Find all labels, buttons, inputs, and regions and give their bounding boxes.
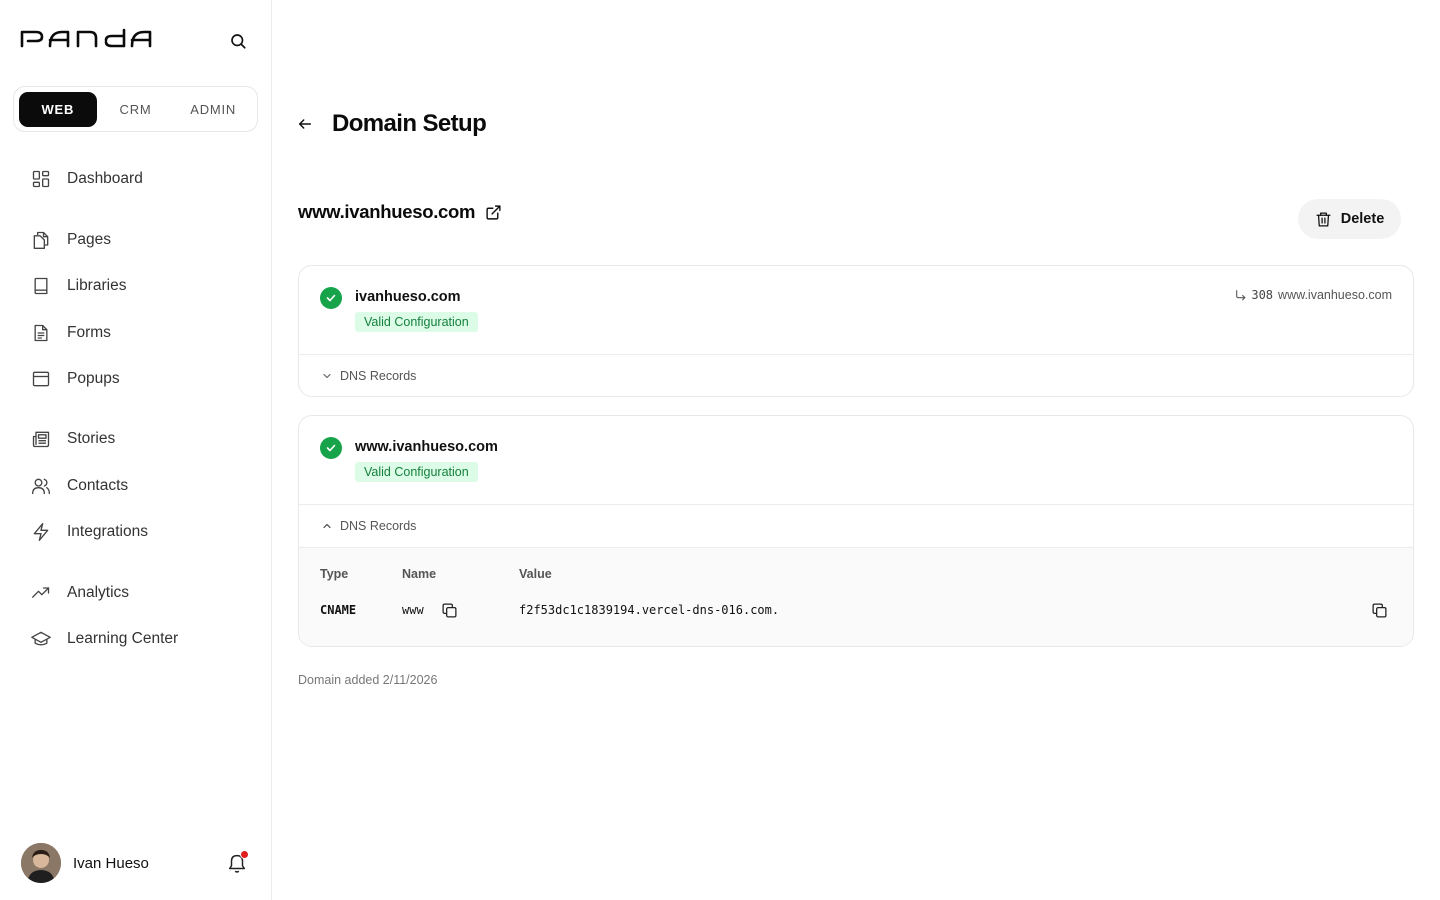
sidebar-item-label: Learning Center [67, 630, 179, 647]
redirect-info: 308 www.ivanhueso.com [1234, 288, 1392, 302]
user-profile[interactable]: Ivan Hueso [21, 843, 149, 883]
domain-heading: www.ivanhueso.com [298, 201, 503, 223]
window-icon [30, 368, 52, 390]
record-name[interactable]: www [402, 603, 424, 617]
pages-icon [30, 229, 52, 251]
segment-web[interactable]: WEB [19, 91, 97, 127]
record-type: CNAME [320, 603, 357, 617]
card-domain-name: ivanhueso.com [355, 289, 461, 305]
sidebar: WEB CRM ADMIN Dashboard Pages Libraries … [0, 0, 272, 900]
sidebar-item-dashboard[interactable]: Dashboard [30, 164, 250, 194]
trending-up-icon [30, 582, 52, 604]
domain-card-header: www.ivanhueso.com Valid Configuration [299, 416, 1413, 505]
segment-admin[interactable]: ADMIN [174, 92, 252, 127]
sidebar-item-label: Integrations [67, 523, 148, 540]
sidebar-item-stories[interactable]: Stories [30, 424, 250, 454]
dns-records-toggle[interactable]: DNS Records [299, 505, 1413, 547]
graduation-cap-icon [30, 628, 52, 650]
redirect-code: 308 [1251, 288, 1274, 302]
sidebar-item-label: Pages [67, 231, 111, 248]
redirect-arrow-icon [1234, 289, 1247, 302]
domain-card: ivanhueso.com Valid Configuration 308 ww… [298, 265, 1414, 397]
panda-logo[interactable] [20, 28, 152, 48]
avatar[interactable] [21, 843, 61, 883]
column-header-value: Value [519, 567, 552, 581]
copy-icon[interactable] [439, 600, 459, 620]
sidebar-item-analytics[interactable]: Analytics [30, 578, 250, 608]
sidebar-item-label: Stories [67, 430, 116, 447]
sidebar-item-label: Libraries [67, 277, 127, 294]
domain-card: www.ivanhueso.com Valid Configuration DN… [298, 415, 1414, 647]
segment-crm[interactable]: CRM [97, 92, 175, 127]
notification-dot [240, 850, 249, 859]
sidebar-item-label: Analytics [67, 584, 130, 601]
trash-icon [1315, 211, 1332, 228]
back-arrow-icon[interactable] [294, 114, 316, 134]
check-circle-icon [320, 437, 342, 459]
document-icon [30, 322, 52, 344]
status-badge: Valid Configuration [355, 312, 478, 332]
dashboard-icon [30, 168, 52, 190]
column-header-name: Name [402, 567, 437, 581]
book-icon [30, 275, 52, 297]
domain-card-header: ivanhueso.com Valid Configuration 308 ww… [299, 266, 1413, 355]
sidebar-item-learning-center[interactable]: Learning Center [30, 624, 250, 654]
dns-records-label: DNS Records [340, 519, 417, 533]
delete-button[interactable]: Delete [1298, 199, 1401, 239]
user-name: Ivan Hueso [73, 854, 149, 872]
users-icon [30, 475, 52, 497]
external-link-icon[interactable] [485, 203, 503, 221]
redirect-target: www.ivanhueso.com [1278, 288, 1392, 302]
bell-icon[interactable] [226, 850, 249, 874]
sidebar-item-integrations[interactable]: Integrations [30, 517, 250, 547]
workspace-switcher: WEB CRM ADMIN [13, 86, 258, 132]
page-title: Domain Setup [332, 110, 487, 137]
sidebar-item-forms[interactable]: Forms [30, 318, 250, 348]
sidebar-item-pages[interactable]: Pages [30, 225, 250, 255]
delete-label: Delete [1340, 211, 1385, 227]
sidebar-item-label: Forms [67, 324, 111, 341]
newspaper-icon [30, 428, 52, 450]
column-header-type: Type [320, 567, 349, 581]
chevron-down-icon [321, 370, 333, 382]
copy-icon[interactable] [1369, 600, 1389, 620]
sidebar-item-label: Contacts [67, 477, 129, 494]
sidebar-item-label: Popups [67, 370, 120, 387]
record-value[interactable]: f2f53dc1c1839194.vercel-dns-016.com. [519, 603, 779, 617]
card-domain-name: www.ivanhueso.com [355, 439, 498, 455]
dns-records-toggle[interactable]: DNS Records [299, 355, 1413, 396]
sidebar-item-libraries[interactable]: Libraries [30, 271, 250, 301]
search-icon[interactable] [226, 30, 250, 52]
domain-added-date: Domain added 2/11/2026 [298, 673, 438, 687]
status-badge: Valid Configuration [355, 462, 478, 482]
bolt-icon [30, 521, 52, 543]
sidebar-item-popups[interactable]: Popups [30, 364, 250, 394]
sidebar-item-label: Dashboard [67, 170, 143, 187]
dns-records-label: DNS Records [340, 369, 417, 383]
chevron-up-icon [321, 520, 333, 532]
check-circle-icon [320, 287, 342, 309]
domain-name: www.ivanhueso.com [298, 201, 476, 222]
sidebar-item-contacts[interactable]: Contacts [30, 471, 250, 501]
dns-records-table: Type Name Value CNAME www f2f53dc1c18391… [299, 547, 1413, 646]
